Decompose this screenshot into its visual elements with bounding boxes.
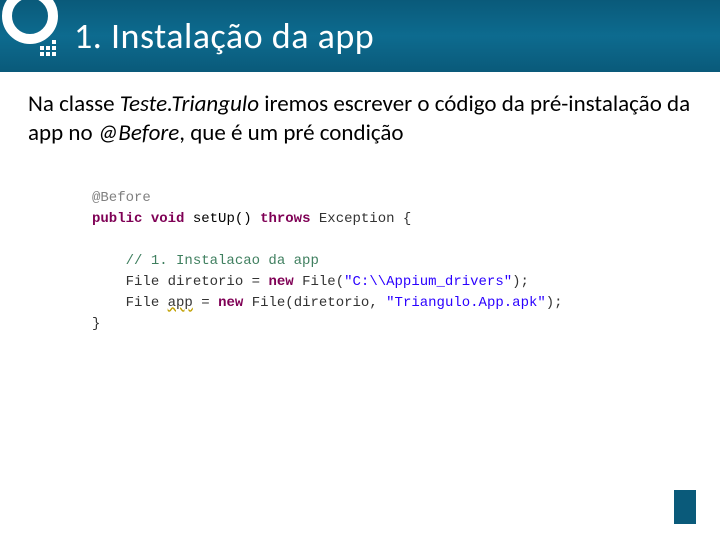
description-text: Na classe Teste.Triangulo iremos escreve… bbox=[28, 90, 692, 148]
l2-ctor: File bbox=[252, 295, 286, 311]
footer-accent bbox=[674, 490, 696, 524]
desc-classname: Teste.Triangulo bbox=[120, 90, 259, 118]
l2-new: new bbox=[218, 295, 243, 311]
code-method: setUp() bbox=[193, 211, 252, 227]
l2-close: ); bbox=[546, 295, 563, 311]
l2-type: File bbox=[126, 295, 160, 311]
slide-title: 1. Instalação da app bbox=[74, 14, 374, 58]
l1-type: File bbox=[126, 274, 160, 290]
kw-void: void bbox=[151, 211, 185, 227]
l2-arg1: diretorio bbox=[294, 295, 370, 311]
code-comment: // 1. Instalacao da app bbox=[126, 253, 319, 269]
logo-ring-icon bbox=[2, 0, 58, 44]
l1-eq: = bbox=[243, 274, 268, 290]
l2-eq: = bbox=[193, 295, 218, 311]
l2-open: ( bbox=[285, 295, 293, 311]
desc-post: , que é um pré condição bbox=[179, 119, 403, 147]
slide-body: Na classe Teste.Triangulo iremos escreve… bbox=[0, 72, 720, 335]
l1-close: ); bbox=[512, 274, 529, 290]
desc-pre: Na classe bbox=[28, 90, 120, 118]
logo-dots-icon bbox=[40, 40, 56, 56]
slide-header: 1. Instalação da app bbox=[0, 0, 720, 72]
desc-annotation: @Before bbox=[98, 119, 179, 147]
l1-str: "C:\\Appium_drivers" bbox=[344, 274, 512, 290]
l1-var: diretorio bbox=[168, 274, 244, 290]
code-annotation: @Before bbox=[92, 190, 151, 206]
brace-open: { bbox=[403, 211, 411, 227]
l2-comma: , bbox=[369, 295, 386, 311]
l1-open: ( bbox=[336, 274, 344, 290]
l1-new: new bbox=[268, 274, 293, 290]
kw-throws: throws bbox=[260, 211, 310, 227]
l2-str: "Triangulo.App.apk" bbox=[386, 295, 546, 311]
kw-public: public bbox=[92, 211, 142, 227]
brace-close: } bbox=[92, 316, 100, 332]
l1-ctor: File bbox=[302, 274, 336, 290]
logo bbox=[0, 0, 60, 72]
code-block: @Before public void setUp() throws Excep… bbox=[92, 188, 692, 335]
l2-var: app bbox=[168, 295, 193, 311]
code-exception: Exception bbox=[319, 211, 395, 227]
